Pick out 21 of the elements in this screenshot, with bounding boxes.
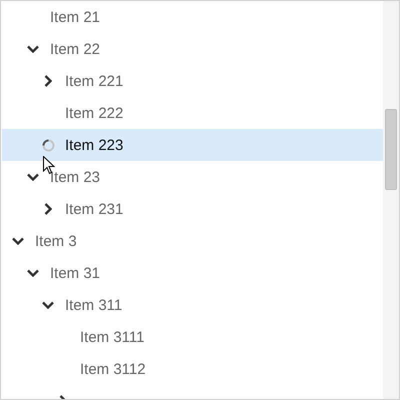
tree-item[interactable]: Item 23 [50,168,100,186]
chevron-right-icon[interactable] [44,75,52,87]
tree-item[interactable]: Item 221 [65,72,124,90]
tree-item[interactable]: Item 3112 [80,360,146,378]
chevron-down-icon[interactable] [42,301,54,309]
chevron-right-icon[interactable] [44,203,52,215]
tree-item[interactable]: Item 22 [50,40,100,58]
tree-item[interactable]: Item 3 [35,232,77,250]
tree-item[interactable]: Item 31 [50,264,100,282]
scrollbar-thumb[interactable] [385,109,397,190]
tree-item[interactable]: Item 223 [65,136,124,154]
chevron-down-icon[interactable] [12,237,24,245]
chevron-down-icon[interactable] [27,173,39,181]
chevron-down-icon[interactable] [27,269,39,277]
tree-item[interactable]: Item 3111 [80,328,144,346]
tree-item[interactable]: Item 222 [65,104,124,122]
tree-item[interactable]: Item 231 [65,200,124,218]
chevron-down-icon[interactable] [27,45,39,53]
tree-item[interactable]: Item 21 [50,8,100,26]
scrollbar[interactable] [383,1,399,399]
tree-item[interactable]: Item 311 [65,296,122,314]
